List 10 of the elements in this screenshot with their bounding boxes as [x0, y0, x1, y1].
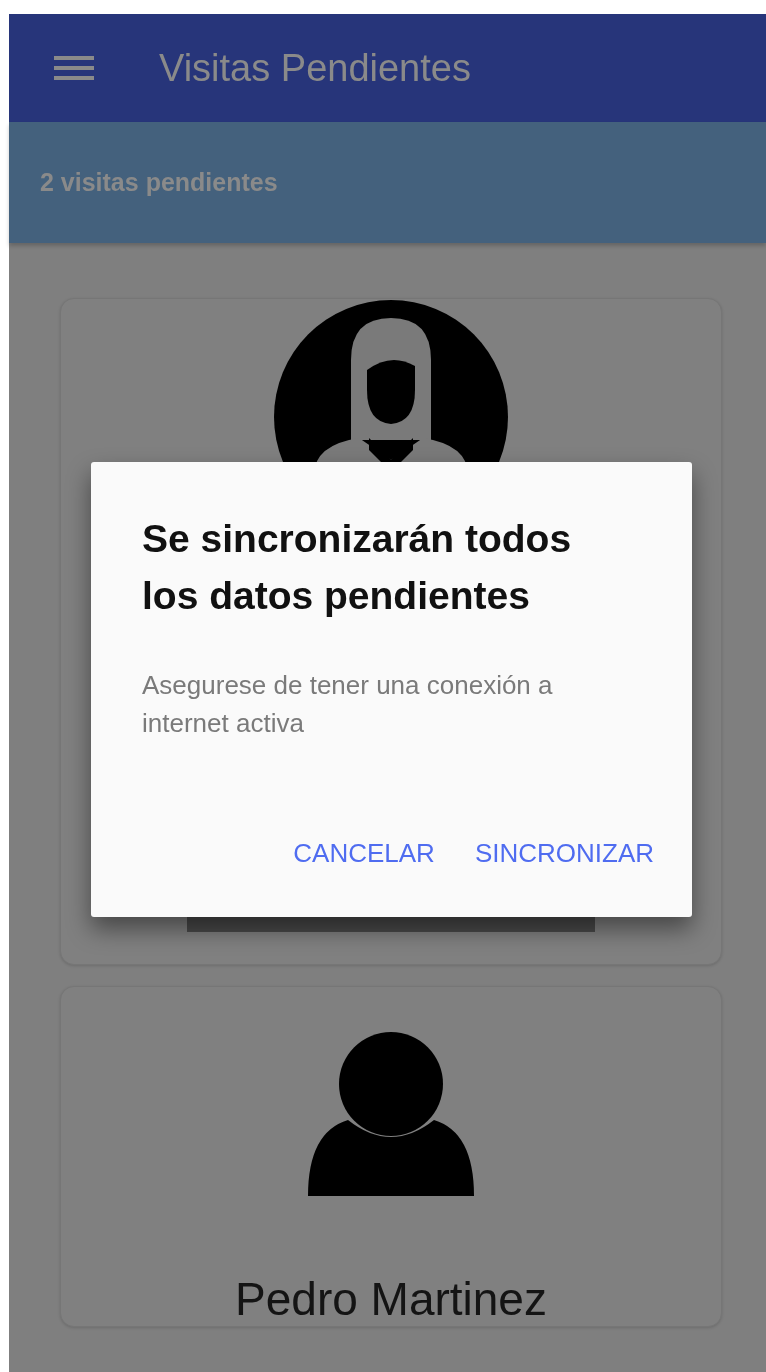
- visit-card[interactable]: Pedro Martinez: [60, 986, 722, 1327]
- dialog-message: Asegurese de tener una conexión a internet activa: [142, 669, 554, 740]
- menu-icon[interactable]: [54, 54, 94, 82]
- visitor-name: Pedro Martinez: [235, 1272, 547, 1326]
- cancel-button[interactable]: CANCELAR: [293, 838, 435, 869]
- app-title: Visitas Pendientes: [159, 46, 471, 90]
- person-avatar-icon: [308, 1032, 474, 1196]
- pending-count: 2 visitas pendientes: [40, 168, 278, 197]
- dialog-title: Se sincronizarán todos los datos pendientes: [142, 516, 573, 619]
- sync-button[interactable]: SINCRONIZAR: [474, 838, 654, 869]
